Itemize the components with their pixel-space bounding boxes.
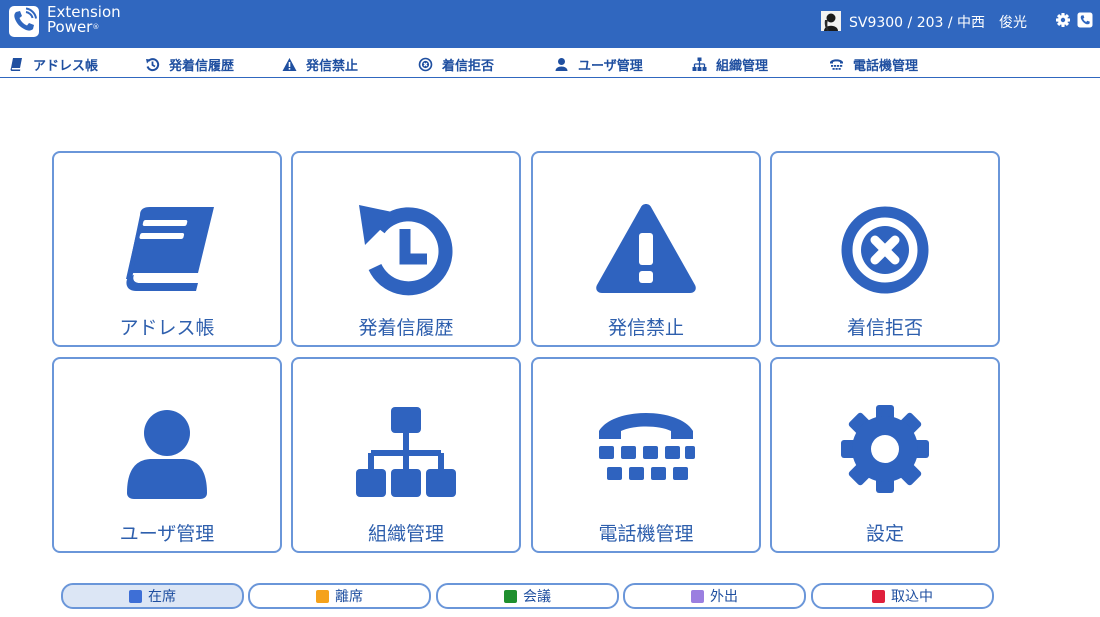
status-label: 取込中 bbox=[891, 589, 933, 605]
brand-reg: ® bbox=[92, 23, 100, 31]
tile-incoming-reject[interactable]: 着信拒否 bbox=[770, 151, 1000, 347]
status-color-swatch bbox=[691, 589, 704, 603]
tile-label: 電話機管理 bbox=[598, 523, 694, 545]
tile-org-management[interactable]: 組織管理 bbox=[291, 357, 521, 553]
history-icon bbox=[351, 195, 461, 305]
status-color-swatch bbox=[504, 589, 517, 603]
tile-label: 組織管理 bbox=[367, 523, 444, 545]
nav-item-org-management[interactable]: 組織管理 bbox=[692, 55, 769, 74]
warning-icon bbox=[282, 57, 297, 72]
tile-label: アドレス帳 bbox=[119, 317, 215, 339]
status-label: 会議 bbox=[523, 589, 551, 605]
status-out-button[interactable]: 外出 bbox=[623, 583, 806, 609]
status-color-swatch bbox=[872, 589, 885, 603]
user-icon bbox=[554, 57, 569, 72]
tile-phone-management[interactable]: 電話機管理 bbox=[531, 357, 761, 553]
org-icon bbox=[351, 401, 461, 511]
nav-item-call-history[interactable]: 発着信履歴 bbox=[145, 55, 235, 74]
brand-line2: Power bbox=[47, 18, 93, 36]
status-color-swatch bbox=[129, 589, 142, 603]
user-icon bbox=[112, 401, 222, 511]
nav-item-incoming-reject[interactable]: 着信拒否 bbox=[418, 55, 495, 74]
status-busy-button[interactable]: 取込中 bbox=[811, 583, 994, 609]
nav-item-user-management[interactable]: ユーザ管理 bbox=[554, 55, 643, 74]
phone-icon[interactable] bbox=[1077, 12, 1093, 28]
nav-item-phone-management[interactable]: 電話機管理 bbox=[829, 55, 919, 74]
telephone-icon bbox=[591, 401, 701, 511]
tile-call-history[interactable]: 発着信履歴 bbox=[291, 151, 521, 347]
status-label: 在席 bbox=[148, 589, 176, 605]
org-icon bbox=[692, 57, 707, 72]
nav-item-label: 電話機管理 bbox=[853, 58, 919, 74]
book-icon bbox=[9, 57, 24, 72]
reject-icon bbox=[418, 57, 433, 72]
tile-settings[interactable]: 設定 bbox=[770, 357, 1000, 553]
book-icon bbox=[112, 195, 222, 305]
tile-label: ユーザ管理 bbox=[119, 523, 215, 545]
nav-item-label: 着信拒否 bbox=[442, 58, 495, 74]
nav-item-address-book[interactable]: アドレス帳 bbox=[9, 55, 99, 74]
app-header: Extension Power® SV9300 / 203 / 中西 俊光 bbox=[0, 0, 1100, 48]
tile-address-book[interactable]: アドレス帳 bbox=[52, 151, 282, 347]
nav-item-label: アドレス帳 bbox=[33, 58, 99, 74]
nav-item-label: ユーザ管理 bbox=[578, 58, 643, 74]
tile-label: 発信禁止 bbox=[607, 317, 684, 339]
tile-label: 発着信履歴 bbox=[358, 317, 454, 339]
reject-icon bbox=[830, 195, 940, 305]
tile-outgoing-block[interactable]: 発信禁止 bbox=[531, 151, 761, 347]
brand-name: Extension Power® bbox=[47, 5, 121, 35]
status-present-button[interactable]: 在席 bbox=[61, 583, 244, 609]
history-icon bbox=[145, 57, 160, 72]
nav-item-outgoing-block[interactable]: 発信禁止 bbox=[282, 55, 359, 74]
gear-icon bbox=[830, 401, 940, 511]
tile-label: 設定 bbox=[865, 523, 904, 545]
tile-user-management[interactable]: ユーザ管理 bbox=[52, 357, 282, 553]
logo-icon[interactable] bbox=[9, 6, 39, 37]
status-color-swatch bbox=[316, 589, 329, 603]
avatar[interactable] bbox=[821, 11, 841, 31]
status-away-button[interactable]: 離席 bbox=[248, 583, 431, 609]
nav-item-label: 発信禁止 bbox=[306, 58, 359, 74]
nav-bar: アドレス帳 発着信履歴 発信禁止 着信拒否 ユーザ管理 組織管理 電話機管理 bbox=[0, 48, 1100, 78]
nav-item-label: 組織管理 bbox=[716, 58, 769, 74]
status-label: 外出 bbox=[710, 589, 738, 605]
tile-label: 着信拒否 bbox=[846, 317, 923, 339]
status-meeting-button[interactable]: 会議 bbox=[436, 583, 619, 609]
telephone-icon bbox=[829, 57, 844, 72]
nav-item-label: 発着信履歴 bbox=[169, 58, 235, 74]
gear-icon[interactable] bbox=[1055, 12, 1071, 28]
user-info: SV9300 / 203 / 中西 俊光 bbox=[849, 15, 1028, 31]
status-label: 離席 bbox=[335, 589, 363, 605]
warning-icon bbox=[591, 195, 701, 305]
